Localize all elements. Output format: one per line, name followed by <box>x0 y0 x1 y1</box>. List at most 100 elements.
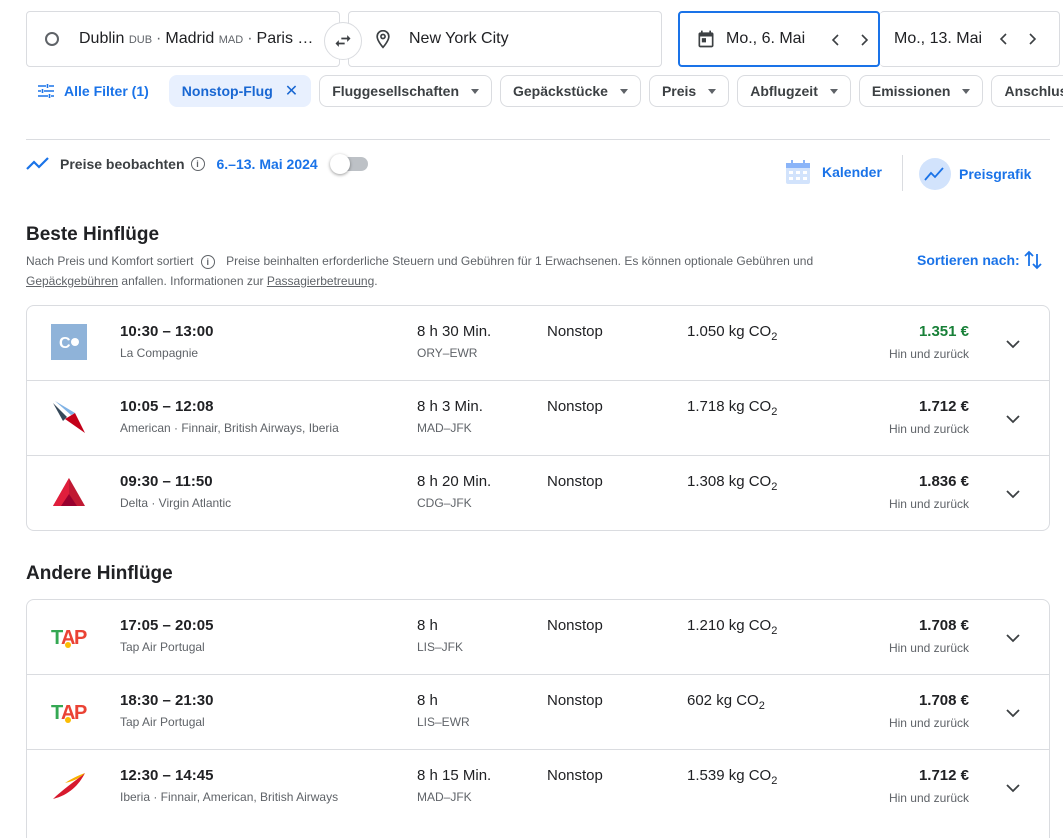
filter-sliders-icon <box>38 84 54 98</box>
flight-route: ORY–EWR <box>417 346 478 360</box>
flight-price: 1.836 € <box>918 473 969 490</box>
chip-departure-time[interactable]: Abflugzeit <box>737 75 851 107</box>
flight-route: LIS–EWR <box>417 715 470 729</box>
calendar-grid-icon <box>786 160 810 184</box>
flight-price: 1.708 € <box>918 617 969 634</box>
dropdown-arrow-icon <box>708 88 717 94</box>
sort-label: Sortieren nach: <box>917 252 1020 268</box>
destination-text: New York City <box>409 30 509 47</box>
origin-field[interactable]: Dublin DUB · Madrid MAD · Paris … <box>26 11 340 67</box>
calendar-icon <box>698 30 714 48</box>
flight-row[interactable]: 09:30 – 11:50 Delta · Virgin Atlantic 8 … <box>27 456 1049 530</box>
flight-duration: 8 h <box>417 617 438 634</box>
track-prices: Preise beobachten i 6.–13. Mai 2024 <box>26 154 368 174</box>
flight-row[interactable]: 12:30 – 14:45 Iberia · Finnair, American… <box>27 750 1049 825</box>
chip-label: Nonstop-Flug <box>181 83 273 99</box>
flight-stops: Nonstop <box>547 473 603 490</box>
expand-button[interactable] <box>1003 628 1023 648</box>
sort-arrows-icon <box>1024 250 1042 270</box>
sort-note-main: Preise beinhalten erforderliche Steuern … <box>226 254 814 268</box>
chip-price[interactable]: Preis <box>648 75 730 107</box>
flight-route: MAD–JFK <box>417 421 472 435</box>
sort-note: Nach Preis und Komfort sortiert i Preise… <box>26 251 876 291</box>
prev-return-button[interactable] <box>994 29 1014 49</box>
dropdown-arrow-icon <box>962 88 971 94</box>
swap-button[interactable] <box>324 22 362 60</box>
departure-date-field[interactable]: Mo., 6. Mai <box>678 11 880 67</box>
flight-times: 12:30 – 14:45 <box>120 767 214 784</box>
info-icon[interactable]: i <box>190 157 205 171</box>
flight-row[interactable]: TAP 18:30 – 21:30 Tap Air Portugal 8 h L… <box>27 675 1049 750</box>
iberia-logo <box>51 768 87 804</box>
passenger-assistance-link[interactable]: Passagierbetreuung <box>267 274 374 288</box>
return-date-text: Mo., 13. Mai <box>894 30 983 47</box>
flight-stops: Nonstop <box>547 767 603 784</box>
expand-button[interactable] <box>1003 334 1023 354</box>
price-type: Hin und zurück <box>888 791 969 805</box>
flight-times: 10:05 – 12:08 <box>120 398 214 415</box>
price-graph-icon <box>919 158 951 190</box>
chip-nonstop[interactable]: Nonstop-Flug ✕ <box>168 75 312 107</box>
all-filters-label: Alle Filter (1) <box>64 83 149 99</box>
origin-text: Dublin DUB · Madrid MAD · Paris … <box>79 30 314 47</box>
origin-circle-icon <box>45 32 59 46</box>
all-filters-button[interactable]: Alle Filter (1) <box>26 75 161 107</box>
flight-row[interactable]: TAP 17:05 – 20:05 Tap Air Portugal 8 h L… <box>27 600 1049 675</box>
expand-button[interactable] <box>1003 778 1023 798</box>
chevron-down-icon <box>1006 784 1020 793</box>
chip-label: Fluggesellschaften <box>332 83 459 99</box>
flight-duration: 8 h 15 Min. <box>417 767 492 784</box>
flight-duration: 8 h 30 Min. <box>417 323 492 340</box>
flight-route: CDG–JFK <box>417 496 472 510</box>
return-date-field[interactable]: Mo., 13. Mai <box>880 11 1060 67</box>
price-graph-label: Preisgrafik <box>959 166 1032 182</box>
airline-name: Delta · Virgin Atlantic <box>120 496 232 510</box>
close-icon[interactable]: ✕ <box>285 81 298 101</box>
destination-field[interactable]: New York City <box>348 11 662 67</box>
delta-logo <box>51 474 87 510</box>
chip-connections[interactable]: Anschlus <box>991 75 1063 107</box>
flight-stops: Nonstop <box>547 323 603 340</box>
info-icon[interactable]: i <box>200 255 215 269</box>
chevron-down-icon <box>1006 490 1020 499</box>
flight-emissions: 1.718 kg CO2 <box>687 398 778 418</box>
sort-button[interactable]: Sortieren nach: <box>917 250 1042 270</box>
flight-row[interactable]: C 10:30 – 13:00 La Compagnie 8 h 30 Min.… <box>27 306 1049 381</box>
airline-name: Iberia · Finnair, American, British Airw… <box>120 790 339 804</box>
flight-row[interactable]: 10:05 – 12:08 American · Finnair, Britis… <box>27 381 1049 456</box>
vertical-divider <box>902 155 903 191</box>
airline-name: La Compagnie <box>120 346 199 360</box>
next-return-button[interactable] <box>1022 29 1042 49</box>
chip-bags[interactable]: Gepäckstücke <box>500 75 641 107</box>
price-type: Hin und zurück <box>888 422 969 436</box>
flight-emissions: 602 kg CO2 <box>687 692 765 712</box>
swap-icon <box>335 35 351 47</box>
expand-button[interactable] <box>1003 484 1023 504</box>
chip-label: Abflugzeit <box>750 83 818 99</box>
airline-name: Tap Air Portugal <box>120 715 205 729</box>
calendar-label: Kalender <box>822 164 882 180</box>
expand-button[interactable] <box>1003 409 1023 429</box>
tap-logo: TAP <box>51 693 87 729</box>
chip-airlines[interactable]: Fluggesellschaften <box>319 75 492 107</box>
la-compagnie-logo: C <box>51 324 87 360</box>
next-date-button[interactable] <box>854 30 874 50</box>
dropdown-arrow-icon <box>619 88 628 94</box>
other-flights-heading: Andere Hinflüge <box>26 563 173 584</box>
track-toggle[interactable] <box>329 154 368 174</box>
expand-button[interactable] <box>1003 703 1023 723</box>
chip-label: Emissionen <box>871 83 951 99</box>
baggage-fees-link[interactable]: Gepäckgebühren <box>26 274 118 288</box>
chevron-down-icon <box>1006 634 1020 643</box>
chevron-left-icon <box>831 34 839 46</box>
prev-date-button[interactable] <box>826 30 846 50</box>
best-flights-heading: Beste Hinflüge <box>26 224 160 245</box>
chip-emissions[interactable]: Emissionen <box>858 75 984 107</box>
price-type: Hin und zurück <box>888 641 969 655</box>
chevron-down-icon <box>1006 340 1020 349</box>
price-graph-link[interactable]: Preisgrafik <box>919 158 1031 190</box>
chip-label: Gepäckstücke <box>513 83 608 99</box>
calendar-link[interactable]: Kalender <box>784 158 882 186</box>
flight-emissions: 1.050 kg CO2 <box>687 323 778 343</box>
location-pin-icon <box>376 29 390 49</box>
